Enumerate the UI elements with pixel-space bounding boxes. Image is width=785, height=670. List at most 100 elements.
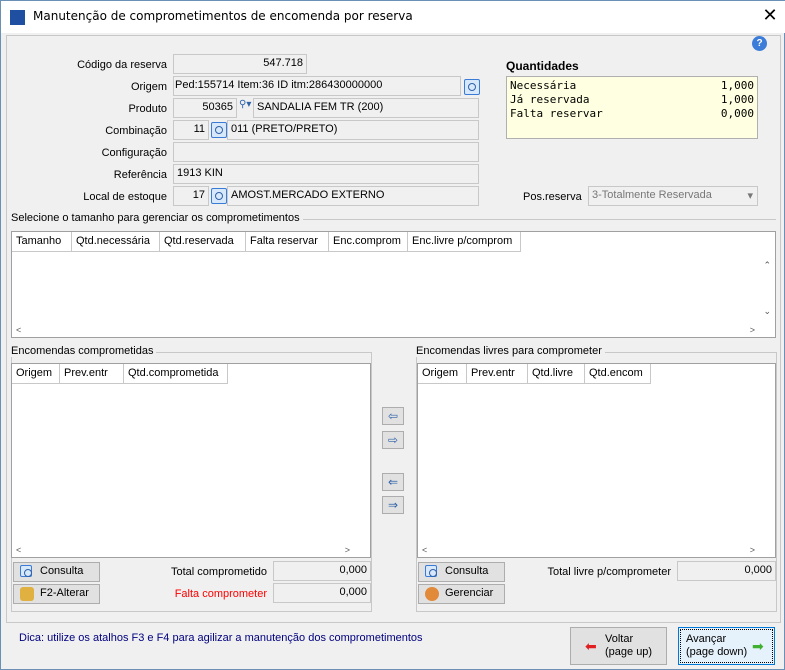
local-code-field[interactable]: 17 bbox=[173, 186, 209, 206]
codigo-field[interactable]: 547.718 bbox=[173, 54, 307, 74]
search-icon bbox=[425, 565, 437, 577]
avancar-button[interactable]: Avançar (page down) ➡ bbox=[678, 627, 775, 665]
gerenciar-button[interactable]: Gerenciar bbox=[418, 584, 505, 604]
livres-title: Encomendas livres para comprometer bbox=[416, 345, 605, 357]
produto-desc-field: SANDALIA FEM TR (200) bbox=[253, 98, 479, 118]
scroll-right-icon[interactable]: > bbox=[345, 545, 350, 555]
col-header[interactable]: Prev.entr bbox=[60, 364, 124, 384]
produto-label: Produto bbox=[128, 103, 167, 115]
window-title: Manutenção de comprometimentos de encome… bbox=[33, 9, 413, 23]
falta-comprometer-field: 0,000 bbox=[273, 583, 371, 603]
close-button[interactable]: ✕ bbox=[759, 5, 781, 26]
combinacao-label: Combinação bbox=[105, 125, 167, 137]
local-search-icon[interactable] bbox=[211, 188, 227, 204]
total-comprometido-field: 0,000 bbox=[273, 561, 371, 581]
voltar-sub: (page up) bbox=[605, 646, 653, 658]
quant-label: Necessária bbox=[510, 79, 577, 92]
move-left-button[interactable]: ⇦ bbox=[382, 407, 404, 425]
f2-alterar-button[interactable]: F2-Alterar bbox=[13, 584, 100, 604]
chevron-down-icon: ▾ bbox=[747, 190, 753, 202]
quantidades-box: Necessária 1,000 Já reservada 1,000 Falta … bbox=[506, 76, 758, 139]
col-header[interactable]: Enc.livre p/comprom bbox=[408, 232, 521, 252]
local-label: Local de estoque bbox=[83, 191, 167, 203]
help-icon[interactable]: ? bbox=[752, 36, 767, 51]
button-label: Consulta bbox=[445, 565, 489, 577]
comprometidas-grid[interactable]: Origem Prev.entr Qtd.comprometida < > bbox=[11, 363, 371, 558]
quant-label: Falta reservar bbox=[510, 107, 603, 120]
codigo-label: Código da reserva bbox=[77, 59, 167, 71]
falta-comprometer-label: Falta comprometer bbox=[174, 588, 267, 600]
referencia-field: 1913 KIN bbox=[173, 164, 479, 184]
title-bar: Manutenção de comprometimentos de encome… bbox=[1, 1, 785, 33]
local-desc-field: AMOST.MERCADO EXTERNO bbox=[227, 186, 479, 206]
quant-value: 1,000 bbox=[720, 79, 754, 92]
quantidades-title: Quantidades bbox=[506, 59, 579, 73]
configuracao-field[interactable] bbox=[173, 142, 479, 162]
handshake-icon bbox=[425, 587, 439, 601]
col-header[interactable]: Falta reservar bbox=[246, 232, 329, 252]
scroll-right-icon[interactable]: > bbox=[750, 545, 755, 555]
col-header[interactable]: Enc.comprom bbox=[329, 232, 408, 252]
edit-icon bbox=[20, 587, 34, 601]
produto-search-dropdown-icon[interactable]: ⚲▾ bbox=[239, 99, 251, 110]
pos-reserva-value: 3-Totalmente Reservada bbox=[592, 189, 712, 201]
quant-value: 1,000 bbox=[720, 93, 754, 106]
avancar-sub: (page down) bbox=[686, 646, 748, 658]
comprometidas-title: Encomendas comprometidas bbox=[11, 345, 157, 357]
quant-row: Já reservada 1,000 bbox=[510, 93, 754, 107]
total-livre-field: 0,000 bbox=[677, 561, 776, 581]
scroll-left-icon[interactable]: < bbox=[422, 545, 427, 555]
button-label: F2-Alterar bbox=[40, 587, 89, 599]
tamanho-grid[interactable]: Tamanho Qtd.necessária Qtd.reservada Fal… bbox=[11, 231, 776, 338]
tamanho-group-title: Selecione o tamanho para gerenciar os co… bbox=[11, 212, 303, 224]
arrow-left-icon: ⬅ bbox=[585, 638, 597, 654]
voltar-button[interactable]: ⬅ Voltar (page up) bbox=[570, 627, 667, 665]
col-header[interactable]: Tamanho bbox=[12, 232, 72, 252]
livres-grid[interactable]: Origem Prev.entr Qtd.livre Qtd.encom < > bbox=[417, 363, 776, 558]
quant-row: Necessária 1,000 bbox=[510, 79, 754, 93]
combinacao-desc-field: 011 (PRETO/PRETO) bbox=[227, 120, 479, 140]
app-icon bbox=[10, 10, 25, 25]
scroll-left-icon[interactable]: < bbox=[16, 325, 21, 335]
move-all-right-button[interactable]: ⇒ bbox=[382, 496, 404, 514]
pos-reserva-select[interactable]: 3-Totalmente Reservada ▾ bbox=[588, 186, 758, 206]
col-header[interactable]: Qtd.encom bbox=[585, 364, 651, 384]
col-header[interactable]: Qtd.comprometida bbox=[124, 364, 228, 384]
produto-code-field[interactable]: 50365 bbox=[173, 98, 237, 118]
search-icon bbox=[20, 565, 32, 577]
tamanho-group: Selecione o tamanho para gerenciar os co… bbox=[11, 212, 776, 224]
tamanho-header: Tamanho Qtd.necessária Qtd.reservada Fal… bbox=[12, 232, 775, 252]
col-header[interactable]: Origem bbox=[418, 364, 467, 384]
scroll-down-icon[interactable]: ⌄ bbox=[763, 306, 771, 317]
button-label: Gerenciar bbox=[445, 587, 494, 599]
quant-value: 0,000 bbox=[720, 107, 754, 120]
comprometidas-header: Origem Prev.entr Qtd.comprometida bbox=[12, 364, 370, 384]
move-all-left-button[interactable]: ⇐ bbox=[382, 473, 404, 491]
referencia-label: Referência bbox=[113, 169, 167, 181]
scroll-left-icon[interactable]: < bbox=[16, 545, 21, 555]
col-header[interactable]: Qtd.necessária bbox=[72, 232, 160, 252]
origem-search-icon[interactable] bbox=[464, 79, 480, 95]
quant-row: Falta reservar 0,000 bbox=[510, 107, 754, 121]
col-header[interactable]: Qtd.reservada bbox=[160, 232, 246, 252]
origem-field[interactable]: Ped:155714 Item:36 ID itm:286430000000 bbox=[173, 76, 461, 96]
move-right-button[interactable]: ⇨ bbox=[382, 431, 404, 449]
col-header[interactable]: Qtd.livre bbox=[528, 364, 585, 384]
avancar-label: Avançar bbox=[686, 633, 727, 645]
pos-reserva-label: Pos.reserva bbox=[523, 191, 582, 203]
origem-label: Origem bbox=[130, 81, 167, 93]
col-header[interactable]: Origem bbox=[12, 364, 60, 384]
combinacao-search-icon[interactable] bbox=[211, 122, 227, 138]
dica-text: Dica: utilize os atalhos F3 e F4 para ag… bbox=[19, 632, 423, 644]
comprometidas-consulta-button[interactable]: Consulta bbox=[13, 562, 100, 582]
quant-label: Já reservada bbox=[510, 93, 590, 106]
scroll-up-icon[interactable]: ⌃ bbox=[763, 260, 771, 271]
combinacao-code-field[interactable]: 11 bbox=[173, 120, 209, 140]
arrow-right-icon: ➡ bbox=[752, 638, 764, 654]
dialog-window: Manutenção de comprometimentos de encome… bbox=[0, 0, 785, 670]
livres-consulta-button[interactable]: Consulta bbox=[418, 562, 505, 582]
total-comprometido-label: Total comprometido bbox=[171, 566, 267, 578]
col-header[interactable]: Prev.entr bbox=[467, 364, 528, 384]
scroll-right-icon[interactable]: > bbox=[750, 325, 755, 335]
voltar-label: Voltar bbox=[605, 633, 634, 645]
